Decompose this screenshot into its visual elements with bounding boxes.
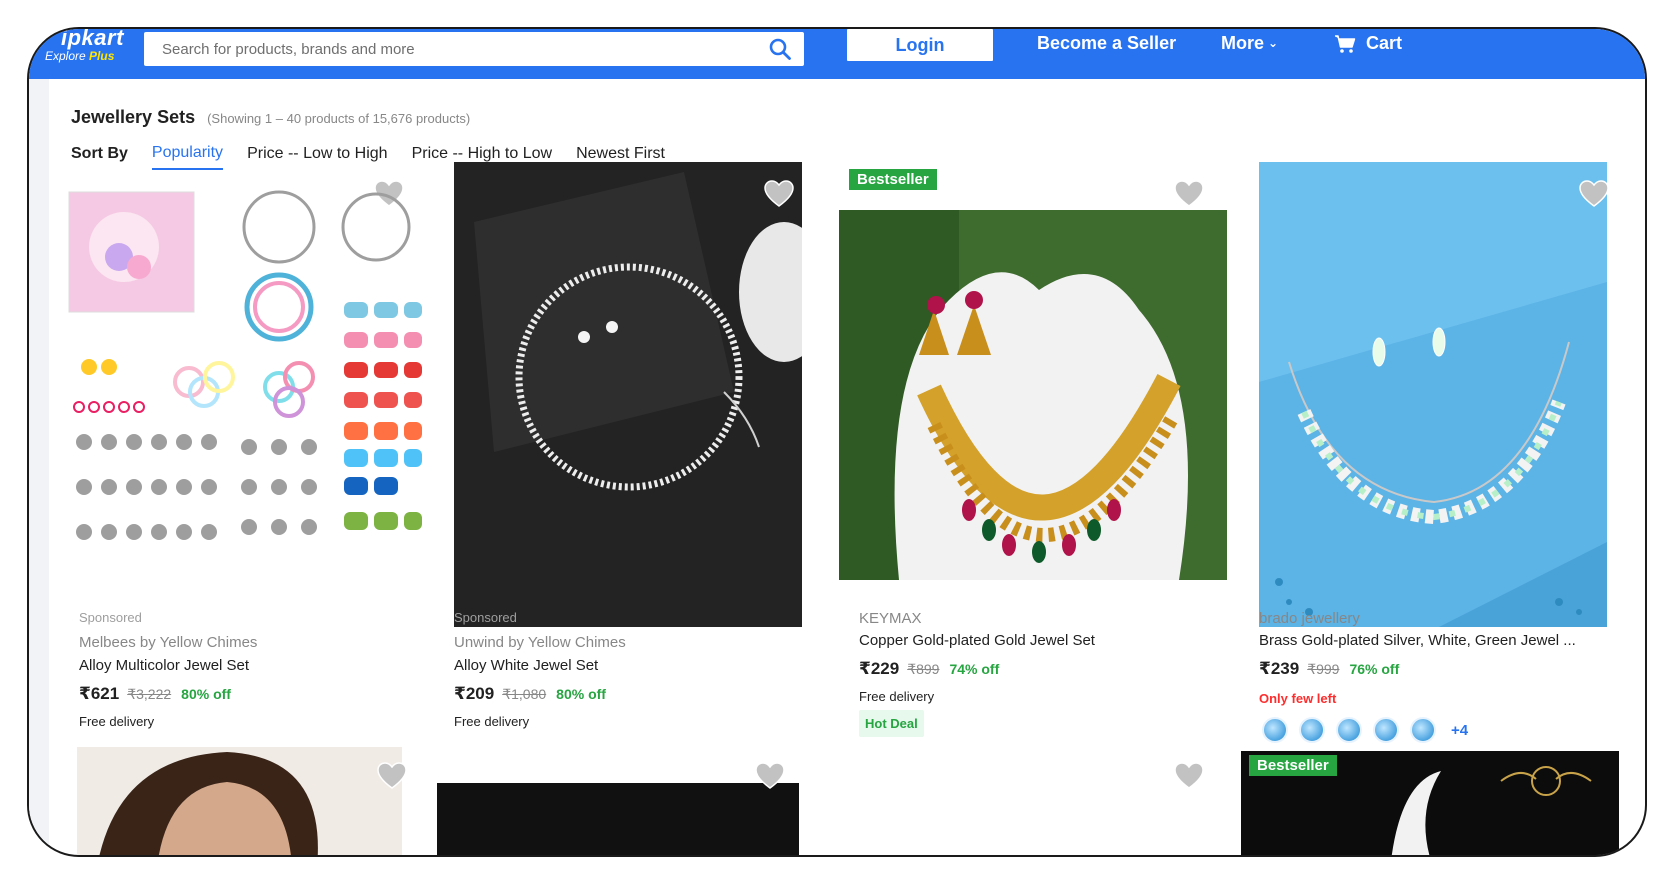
product-image-dark[interactable] <box>437 783 799 855</box>
color-swatch[interactable] <box>1262 717 1288 743</box>
sponsored-label: Sponsored <box>79 610 142 625</box>
product-discount: 80% off <box>181 686 231 702</box>
color-swatch[interactable] <box>1373 717 1399 743</box>
page-title: Jewellery Sets <box>71 107 196 127</box>
product-image-silver-necklace-set[interactable] <box>1259 162 1607 627</box>
product-card[interactable]: Bestseller <box>1241 751 1619 855</box>
logo-plus-text: Plus <box>89 49 115 63</box>
sort-by-label: Sort By <box>71 145 128 162</box>
search-input[interactable] <box>144 32 744 66</box>
product-mrp: ₹999 <box>1307 661 1340 677</box>
login-button[interactable]: Login <box>847 29 993 61</box>
flipkart-logo[interactable]: ipkart Explore Plus <box>41 29 141 79</box>
color-swatch[interactable] <box>1299 717 1325 743</box>
product-discount: 74% off <box>949 661 1000 677</box>
product-price: ₹209 <box>454 684 495 703</box>
product-mrp: ₹1,080 <box>502 686 547 702</box>
product-card[interactable]: Bestseller KEYMAX Copper Gold-plated Gol… <box>839 162 1239 737</box>
wishlist-heart-icon[interactable] <box>755 762 785 790</box>
product-image-charm-bracelet-kit[interactable] <box>64 187 424 562</box>
more-swatches-link[interactable]: +4 <box>1451 722 1468 739</box>
search-bar <box>144 32 804 66</box>
product-brand: Melbees by Yellow Chimes <box>79 634 258 651</box>
product-price: ₹229 <box>859 659 900 678</box>
product-title[interactable]: Brass Gold-plated Silver, White, Green J… <box>1259 632 1609 649</box>
product-mrp: ₹3,222 <box>127 686 172 702</box>
cart-label: Cart <box>1366 33 1403 53</box>
wishlist-heart-icon[interactable] <box>1579 180 1609 208</box>
product-image-model-portrait[interactable] <box>77 747 402 855</box>
product-card[interactable] <box>437 747 799 855</box>
cart-link[interactable]: Cart <box>1334 33 1402 54</box>
product-card[interactable]: Sponsored Unwind by Yellow Chimes Alloy … <box>434 162 814 729</box>
product-brand: Unwind by Yellow Chimes <box>454 634 626 651</box>
product-image-temple-necklace-set[interactable] <box>839 210 1227 580</box>
product-card[interactable] <box>839 747 1229 855</box>
hot-deal-badge: Hot Deal <box>859 710 924 737</box>
product-price: ₹621 <box>79 684 120 703</box>
price-row: ₹209 ₹1,080 80% off <box>454 684 606 704</box>
wishlist-heart-icon[interactable] <box>1174 180 1204 208</box>
delivery-info: Free delivery <box>859 689 935 704</box>
logo-explore-text: Explore <box>45 49 86 63</box>
delivery-info: Free delivery <box>454 714 530 729</box>
color-swatches: +4 <box>1262 717 1468 743</box>
product-brand: KEYMAX <box>859 610 922 627</box>
cart-icon <box>1335 34 1356 53</box>
product-mrp: ₹899 <box>907 661 940 677</box>
more-menu[interactable]: More ⌄ <box>1221 33 1278 54</box>
search-icon[interactable] <box>768 37 792 61</box>
color-swatch[interactable] <box>1410 717 1436 743</box>
product-brand: brado jewellery <box>1259 610 1360 627</box>
wishlist-heart-icon[interactable] <box>377 762 407 790</box>
delivery-info: Free delivery <box>79 714 155 729</box>
wishlist-heart-icon[interactable] <box>1174 762 1204 790</box>
more-label: More <box>1221 33 1265 53</box>
wishlist-heart-icon[interactable] <box>764 180 794 208</box>
product-card[interactable]: brado jewellery Brass Gold-plated Silver… <box>1259 162 1629 752</box>
browser-frame: ipkart Explore Plus Login Become a Selle… <box>27 27 1647 857</box>
product-discount: 76% off <box>1349 661 1400 677</box>
logo-explore-plus: Explore Plus <box>45 49 114 63</box>
product-image-tennis-necklace[interactable] <box>454 162 802 627</box>
product-discount: 80% off <box>556 686 606 702</box>
logo-brand-text: ipkart <box>61 27 124 50</box>
become-seller-link[interactable]: Become a Seller <box>1037 33 1176 54</box>
color-swatch[interactable] <box>1336 717 1362 743</box>
listing-heading: Jewellery Sets (Showing 1 – 40 products … <box>71 107 470 128</box>
product-title[interactable]: Copper Gold-plated Gold Jewel Set <box>859 632 1219 649</box>
sponsored-label: Sponsored <box>454 610 517 625</box>
price-row: ₹239 ₹999 76% off <box>1259 659 1399 679</box>
price-row: ₹229 ₹899 74% off <box>859 659 999 679</box>
top-header: ipkart Explore Plus Login Become a Selle… <box>29 29 1645 79</box>
stock-warning: Only few left <box>1259 691 1337 706</box>
bestseller-badge: Bestseller <box>849 169 937 190</box>
product-card[interactable]: Sponsored Melbees by Yellow Chimes Alloy… <box>49 162 424 729</box>
product-title[interactable]: Alloy Multicolor Jewel Set <box>79 657 419 674</box>
product-title[interactable]: Alloy White Jewel Set <box>454 657 794 674</box>
product-price: ₹239 <box>1259 659 1300 678</box>
bestseller-badge: Bestseller <box>1249 755 1337 776</box>
price-row: ₹621 ₹3,222 80% off <box>79 684 231 704</box>
results-count: (Showing 1 – 40 products of 15,676 produ… <box>207 111 471 126</box>
chevron-down-icon: ⌄ <box>1268 36 1279 50</box>
product-card[interactable] <box>77 747 407 855</box>
filters-sidebar-edge <box>29 79 49 855</box>
